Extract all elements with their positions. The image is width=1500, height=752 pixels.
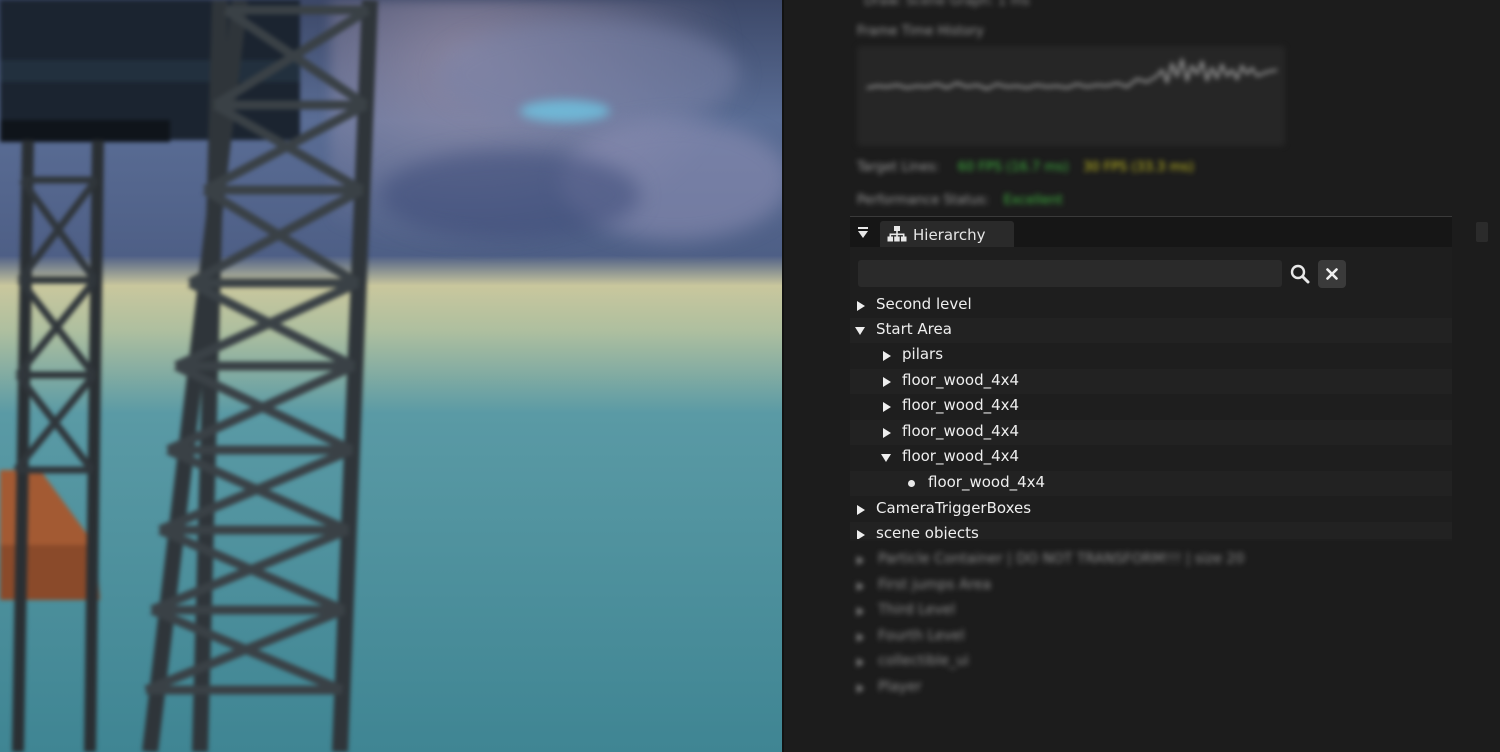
hierarchy-titlebar: Hierarchy	[850, 217, 1452, 247]
target-lines: Target Lines: 60 FPS (16.7 ms) 30 FPS (3…	[857, 160, 1194, 175]
chevron-right-icon	[857, 684, 864, 693]
collapse-triangle-icon[interactable]	[856, 225, 870, 239]
tree-row-label: scene objects	[876, 524, 979, 539]
performance-status-value: Excellent	[1003, 193, 1063, 208]
tree-row[interactable]: floor_wood_4x4	[850, 420, 1452, 445]
chevron-right-icon	[857, 556, 864, 565]
tree-row-label: floor_wood_4x4	[928, 473, 1046, 491]
performance-status: Performance Status: Excellent	[857, 193, 1063, 208]
tree-row[interactable]: floor_wood_4x4	[850, 471, 1452, 496]
close-icon	[1326, 268, 1338, 280]
chevron-right-icon[interactable]	[883, 402, 891, 412]
background-row-label: Fourth Level	[878, 628, 965, 644]
tab-hierarchy[interactable]: Hierarchy	[880, 221, 1014, 247]
tree-row-label: floor_wood_4x4	[902, 396, 1020, 414]
tree-row[interactable]: floor_wood_4x4	[850, 394, 1452, 419]
chevron-right-icon[interactable]	[883, 428, 891, 438]
search-icon[interactable]	[1290, 264, 1310, 288]
chevron-down-icon[interactable]	[855, 327, 865, 335]
tree-row[interactable]: Second level	[850, 293, 1452, 318]
background-row: Fourth Level	[854, 625, 1454, 650]
background-row-label: Particle Container | DO NOT TRANSFORM!!!…	[878, 551, 1245, 567]
game-viewport[interactable]	[0, 0, 782, 752]
bullet-icon	[908, 480, 915, 487]
tree-row-label: Second level	[876, 295, 972, 313]
chevron-right-icon	[857, 658, 864, 667]
chevron-down-icon[interactable]	[881, 454, 891, 462]
chevron-right-icon[interactable]	[857, 530, 865, 539]
frame-time-line	[866, 57, 1278, 90]
performance-status-label: Performance Status:	[857, 193, 990, 208]
background-row: Third Level	[854, 599, 1454, 624]
chevron-right-icon[interactable]	[857, 505, 865, 515]
chevron-right-icon	[857, 633, 864, 642]
tree-row[interactable]: floor_wood_4x4	[850, 369, 1452, 394]
hierarchy-tree: Second level Start Area pilars floor_woo…	[850, 293, 1452, 539]
tab-hierarchy-label: Hierarchy	[913, 226, 986, 244]
background-row-label: Third Level	[878, 602, 956, 618]
chevron-right-icon	[857, 607, 864, 616]
panel-resize-handle[interactable]	[1476, 222, 1488, 242]
tree-row[interactable]: Start Area	[850, 318, 1452, 343]
tree-row[interactable]: pilars	[850, 343, 1452, 368]
target-30fps: 30 FPS (33.3 ms)	[1082, 160, 1194, 175]
background-row-label: Player	[878, 679, 922, 695]
background-row: Player	[854, 676, 1454, 701]
hierarchy-window: Hierarchy Second level Start Area pilars…	[850, 216, 1452, 541]
tree-row[interactable]: floor_wood_4x4	[850, 445, 1452, 470]
chevron-right-icon[interactable]	[883, 351, 891, 361]
background-row: Particle Container | DO NOT TRANSFORM!!!…	[854, 548, 1454, 573]
tree-row-label: pilars	[902, 345, 944, 363]
background-row: collectible_ui	[854, 650, 1454, 675]
tree-row-label: floor_wood_4x4	[902, 371, 1020, 389]
performance-panel: Draw: Scene Graph: 1 ms Frame Time Histo…	[854, 0, 1454, 215]
editor-panel: Draw: Scene Graph: 1 ms Frame Time Histo…	[782, 0, 1500, 752]
chevron-right-icon[interactable]	[883, 377, 891, 387]
background-row-label: collectible_ui	[878, 653, 969, 669]
tree-row-label: floor_wood_4x4	[902, 447, 1020, 465]
chevron-right-icon	[857, 582, 864, 591]
search-input[interactable]	[858, 260, 1282, 287]
performance-top-label: Draw: Scene Graph: 1 ms	[864, 0, 1030, 9]
background-row-label: First jumps Area	[878, 577, 992, 593]
chevron-right-icon[interactable]	[857, 301, 865, 311]
frame-time-history-label: Frame Time History	[857, 24, 984, 39]
tree-row-label: CameraTriggerBoxes	[876, 499, 1032, 517]
target-lines-label: Target Lines:	[857, 160, 940, 175]
tree-row[interactable]: CameraTriggerBoxes	[850, 497, 1452, 522]
background-row: First jumps Area	[854, 574, 1454, 599]
tree-row-label: Start Area	[876, 320, 952, 338]
clear-search-button[interactable]	[1318, 260, 1346, 288]
tree-row[interactable]: scene objects	[850, 522, 1452, 539]
frame-time-graph	[857, 46, 1285, 146]
background-tree-rows: Particle Container | DO NOT TRANSFORM!!!…	[854, 548, 1454, 748]
target-60fps: 60 FPS (16.7 ms)	[957, 160, 1069, 175]
hierarchy-tree-icon	[887, 226, 907, 246]
tree-row-label: floor_wood_4x4	[902, 422, 1020, 440]
scene-structures	[0, 0, 378, 752]
